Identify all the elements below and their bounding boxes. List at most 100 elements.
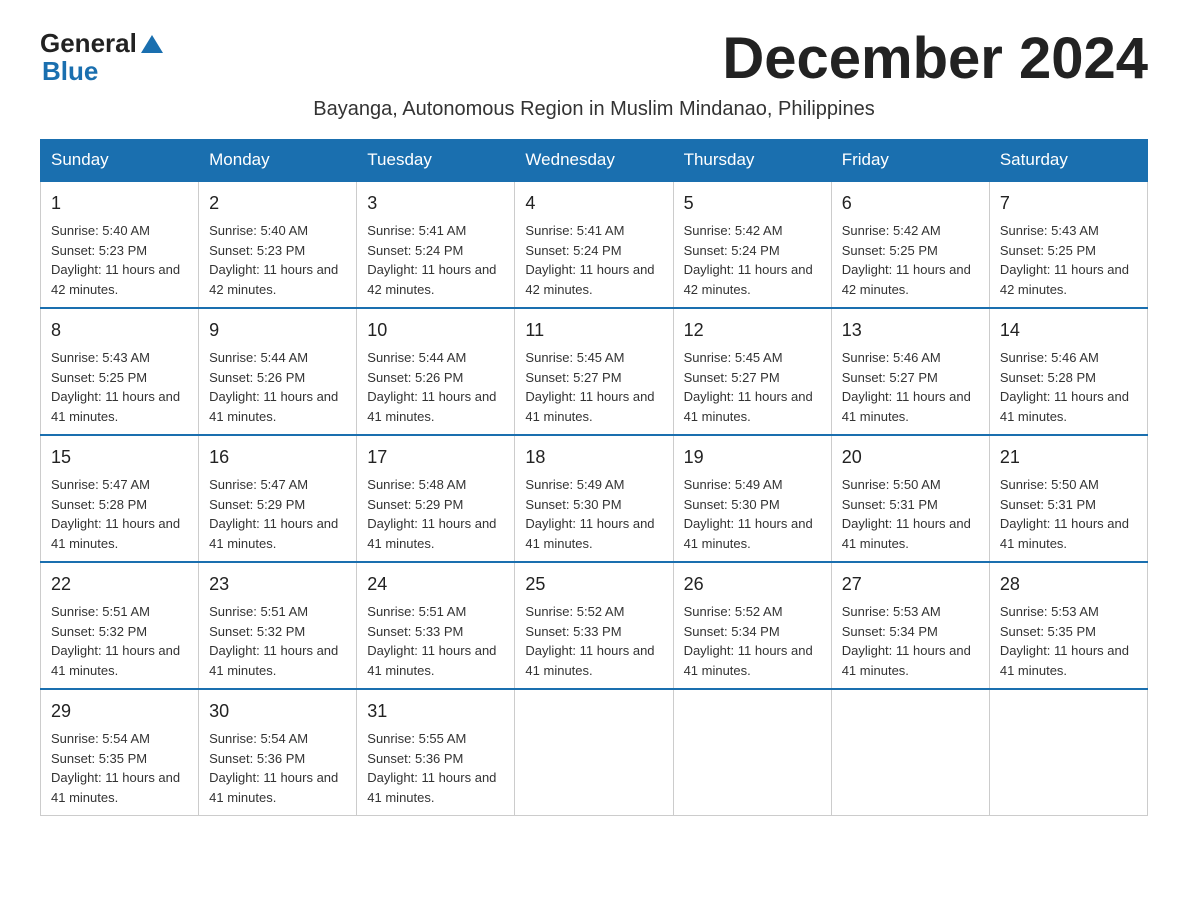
day-number: 15 <box>51 444 188 471</box>
day-daylight: Daylight: 11 hours and 42 minutes. <box>209 262 338 297</box>
day-sunset: Sunset: 5:24 PM <box>367 243 463 258</box>
day-daylight: Daylight: 11 hours and 41 minutes. <box>1000 516 1129 551</box>
day-sunset: Sunset: 5:27 PM <box>525 370 621 385</box>
day-number: 29 <box>51 698 188 725</box>
day-number: 30 <box>209 698 346 725</box>
day-number: 19 <box>684 444 821 471</box>
day-sunrise: Sunrise: 5:43 AM <box>51 350 150 365</box>
day-sunrise: Sunrise: 5:45 AM <box>684 350 783 365</box>
day-daylight: Daylight: 11 hours and 41 minutes. <box>525 516 654 551</box>
calendar-week-row: 15 Sunrise: 5:47 AM Sunset: 5:28 PM Dayl… <box>41 435 1148 562</box>
day-daylight: Daylight: 11 hours and 41 minutes. <box>51 770 180 805</box>
calendar-day-cell: 29 Sunrise: 5:54 AM Sunset: 5:35 PM Dayl… <box>41 689 199 816</box>
day-sunset: Sunset: 5:35 PM <box>1000 624 1096 639</box>
day-sunset: Sunset: 5:26 PM <box>209 370 305 385</box>
day-number: 4 <box>525 190 662 217</box>
day-header-sunday: Sunday <box>41 140 199 182</box>
day-daylight: Daylight: 11 hours and 41 minutes. <box>842 643 971 678</box>
day-sunset: Sunset: 5:32 PM <box>51 624 147 639</box>
day-daylight: Daylight: 11 hours and 42 minutes. <box>525 262 654 297</box>
day-number: 9 <box>209 317 346 344</box>
day-number: 27 <box>842 571 979 598</box>
day-number: 28 <box>1000 571 1137 598</box>
calendar-day-cell: 1 Sunrise: 5:40 AM Sunset: 5:23 PM Dayli… <box>41 181 199 308</box>
day-sunset: Sunset: 5:33 PM <box>367 624 463 639</box>
day-sunset: Sunset: 5:25 PM <box>842 243 938 258</box>
day-number: 26 <box>684 571 821 598</box>
day-daylight: Daylight: 11 hours and 41 minutes. <box>367 770 496 805</box>
page-header: General Blue December 2024 <box>40 30 1148 88</box>
day-sunrise: Sunrise: 5:53 AM <box>842 604 941 619</box>
day-sunset: Sunset: 5:36 PM <box>209 751 305 766</box>
day-daylight: Daylight: 11 hours and 41 minutes. <box>367 643 496 678</box>
calendar-day-cell: 2 Sunrise: 5:40 AM Sunset: 5:23 PM Dayli… <box>199 181 357 308</box>
day-sunrise: Sunrise: 5:46 AM <box>1000 350 1099 365</box>
day-number: 10 <box>367 317 504 344</box>
day-sunset: Sunset: 5:25 PM <box>1000 243 1096 258</box>
day-header-thursday: Thursday <box>673 140 831 182</box>
day-daylight: Daylight: 11 hours and 41 minutes. <box>209 389 338 424</box>
calendar-day-cell: 8 Sunrise: 5:43 AM Sunset: 5:25 PM Dayli… <box>41 308 199 435</box>
day-header-tuesday: Tuesday <box>357 140 515 182</box>
calendar-day-cell: 27 Sunrise: 5:53 AM Sunset: 5:34 PM Dayl… <box>831 562 989 689</box>
day-number: 24 <box>367 571 504 598</box>
day-daylight: Daylight: 11 hours and 42 minutes. <box>367 262 496 297</box>
day-daylight: Daylight: 11 hours and 41 minutes. <box>684 516 813 551</box>
calendar-day-cell: 11 Sunrise: 5:45 AM Sunset: 5:27 PM Dayl… <box>515 308 673 435</box>
day-number: 21 <box>1000 444 1137 471</box>
day-daylight: Daylight: 11 hours and 41 minutes. <box>1000 389 1129 424</box>
calendar-day-cell: 24 Sunrise: 5:51 AM Sunset: 5:33 PM Dayl… <box>357 562 515 689</box>
calendar-day-cell: 14 Sunrise: 5:46 AM Sunset: 5:28 PM Dayl… <box>989 308 1147 435</box>
day-daylight: Daylight: 11 hours and 41 minutes. <box>684 389 813 424</box>
day-sunset: Sunset: 5:27 PM <box>842 370 938 385</box>
calendar-day-cell: 17 Sunrise: 5:48 AM Sunset: 5:29 PM Dayl… <box>357 435 515 562</box>
calendar-day-cell: 15 Sunrise: 5:47 AM Sunset: 5:28 PM Dayl… <box>41 435 199 562</box>
day-number: 11 <box>525 317 662 344</box>
day-sunset: Sunset: 5:27 PM <box>684 370 780 385</box>
day-daylight: Daylight: 11 hours and 42 minutes. <box>1000 262 1129 297</box>
day-daylight: Daylight: 11 hours and 41 minutes. <box>51 389 180 424</box>
day-sunrise: Sunrise: 5:43 AM <box>1000 223 1099 238</box>
calendar-week-row: 1 Sunrise: 5:40 AM Sunset: 5:23 PM Dayli… <box>41 181 1148 308</box>
day-sunset: Sunset: 5:36 PM <box>367 751 463 766</box>
day-sunset: Sunset: 5:23 PM <box>51 243 147 258</box>
calendar-day-cell: 5 Sunrise: 5:42 AM Sunset: 5:24 PM Dayli… <box>673 181 831 308</box>
day-daylight: Daylight: 11 hours and 41 minutes. <box>209 516 338 551</box>
day-sunset: Sunset: 5:31 PM <box>842 497 938 512</box>
day-number: 14 <box>1000 317 1137 344</box>
day-daylight: Daylight: 11 hours and 41 minutes. <box>525 389 654 424</box>
calendar-day-cell: 23 Sunrise: 5:51 AM Sunset: 5:32 PM Dayl… <box>199 562 357 689</box>
calendar-day-cell: 22 Sunrise: 5:51 AM Sunset: 5:32 PM Dayl… <box>41 562 199 689</box>
day-number: 22 <box>51 571 188 598</box>
calendar-header-row: SundayMondayTuesdayWednesdayThursdayFrid… <box>41 140 1148 182</box>
day-sunrise: Sunrise: 5:49 AM <box>684 477 783 492</box>
day-sunset: Sunset: 5:26 PM <box>367 370 463 385</box>
day-sunrise: Sunrise: 5:41 AM <box>525 223 624 238</box>
day-sunrise: Sunrise: 5:51 AM <box>51 604 150 619</box>
day-sunrise: Sunrise: 5:50 AM <box>1000 477 1099 492</box>
day-daylight: Daylight: 11 hours and 41 minutes. <box>525 643 654 678</box>
calendar-day-cell: 26 Sunrise: 5:52 AM Sunset: 5:34 PM Dayl… <box>673 562 831 689</box>
day-number: 17 <box>367 444 504 471</box>
calendar-day-cell: 16 Sunrise: 5:47 AM Sunset: 5:29 PM Dayl… <box>199 435 357 562</box>
day-sunrise: Sunrise: 5:49 AM <box>525 477 624 492</box>
calendar-day-cell: 7 Sunrise: 5:43 AM Sunset: 5:25 PM Dayli… <box>989 181 1147 308</box>
day-sunrise: Sunrise: 5:51 AM <box>367 604 466 619</box>
day-number: 16 <box>209 444 346 471</box>
calendar-table: SundayMondayTuesdayWednesdayThursdayFrid… <box>40 139 1148 816</box>
day-header-monday: Monday <box>199 140 357 182</box>
calendar-day-cell: 31 Sunrise: 5:55 AM Sunset: 5:36 PM Dayl… <box>357 689 515 816</box>
day-number: 6 <box>842 190 979 217</box>
day-daylight: Daylight: 11 hours and 42 minutes. <box>842 262 971 297</box>
day-number: 7 <box>1000 190 1137 217</box>
day-number: 25 <box>525 571 662 598</box>
calendar-subtitle: Bayanga, Autonomous Region in Muslim Min… <box>40 98 1148 121</box>
day-sunrise: Sunrise: 5:41 AM <box>367 223 466 238</box>
day-sunrise: Sunrise: 5:54 AM <box>209 731 308 746</box>
calendar-day-cell: 20 Sunrise: 5:50 AM Sunset: 5:31 PM Dayl… <box>831 435 989 562</box>
day-daylight: Daylight: 11 hours and 41 minutes. <box>367 389 496 424</box>
day-daylight: Daylight: 11 hours and 41 minutes. <box>842 389 971 424</box>
day-sunrise: Sunrise: 5:51 AM <box>209 604 308 619</box>
day-sunrise: Sunrise: 5:45 AM <box>525 350 624 365</box>
day-sunset: Sunset: 5:29 PM <box>209 497 305 512</box>
